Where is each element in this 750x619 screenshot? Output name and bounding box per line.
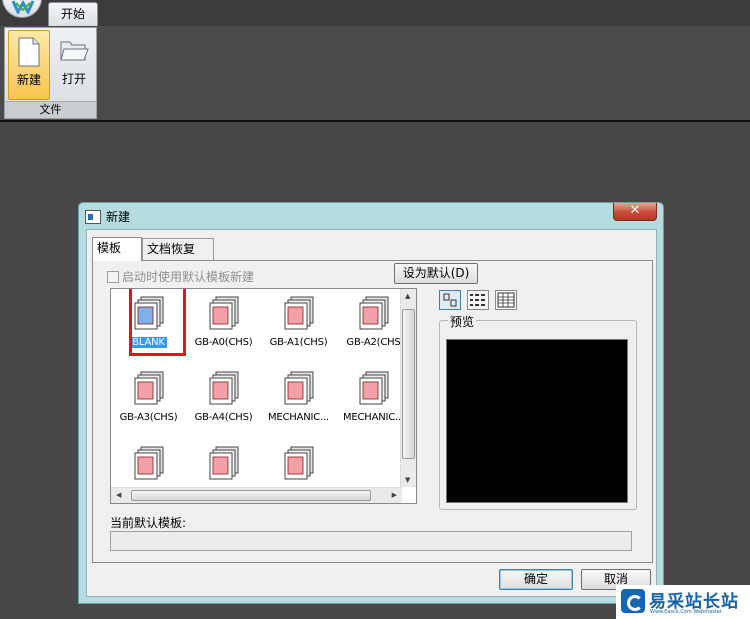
- dialog-window-icon: [85, 210, 101, 224]
- templates-panel: 启动时使用默认模板新建 设为默认(D) BLANK GB-A0(CHS) GB-A1…: [92, 260, 653, 563]
- set-default-button[interactable]: 设为默认(D): [394, 263, 478, 284]
- template-item-label: MECHANIC...: [267, 412, 330, 423]
- drawing-template-icon: [134, 446, 163, 480]
- vertical-scrollbar[interactable]: ▲ ▼: [400, 289, 416, 487]
- template-item-label: GB-A4(CHS): [194, 412, 253, 423]
- new-button[interactable]: 新建: [8, 30, 50, 100]
- drawing-template-icon: [209, 446, 238, 480]
- preview-canvas: [446, 339, 628, 503]
- drawing-template-icon: [209, 371, 238, 405]
- new-button-label: 新建: [16, 73, 41, 87]
- watermark-logo-icon: [621, 589, 645, 613]
- drawing-template-icon: [134, 371, 163, 405]
- drawing-template-icon: [359, 371, 388, 405]
- new-dialog: 新建 ✕ 模板 文档恢复 启动时使用默认模板新建 设为默认(D) BLANK GB…: [78, 202, 664, 604]
- tab-templates[interactable]: 模板: [92, 237, 142, 261]
- vertical-scroll-thumb[interactable]: [402, 309, 415, 459]
- ribbon-tab-start[interactable]: 开始: [48, 2, 98, 26]
- list-view-icon: [470, 294, 485, 306]
- open-folder-icon: [60, 41, 89, 61]
- ribbon-panel: 新建 打开 文件: [0, 26, 750, 122]
- template-item-label: GB-A2(CHS: [346, 337, 401, 348]
- current-default-label: 当前默认模板:: [110, 516, 187, 530]
- template-list[interactable]: BLANK GB-A0(CHS) GB-A1(CHS) GB-A2(CHS GB-A3(…: [110, 288, 417, 504]
- ribbon-titlebar: [0, 0, 750, 26]
- preview-label: 预览: [448, 313, 477, 330]
- horizontal-scroll-thumb[interactable]: [131, 490, 371, 501]
- close-button[interactable]: ✕: [613, 203, 657, 221]
- template-item-label: BLANK: [130, 337, 167, 348]
- template-item-label: GB-A0(CHS): [194, 337, 253, 348]
- startup-checkbox[interactable]: 启动时使用默认模板新建: [107, 268, 254, 285]
- template-item[interactable]: GB-A1(CHS): [261, 289, 336, 359]
- scroll-right-icon[interactable]: ▶: [392, 491, 397, 499]
- scroll-left-icon[interactable]: ◀: [116, 491, 121, 499]
- template-item[interactable]: GB-A3(CHS): [111, 364, 186, 434]
- dialog-client: 模板 文档恢复 启动时使用默认模板新建 设为默认(D) BLANK GB-A0(C…: [86, 229, 657, 597]
- ok-button[interactable]: 确定: [499, 569, 573, 590]
- preview-group: 预览: [439, 313, 637, 510]
- scroll-down-icon[interactable]: ▼: [405, 476, 410, 484]
- ribbon-group-file: 新建 打开 文件: [4, 27, 97, 119]
- template-item-label: GB-A3(CHS): [119, 412, 178, 423]
- current-default-field: [110, 531, 632, 551]
- ribbon-group-label: 文件: [5, 101, 96, 118]
- template-item[interactable]: MECHANIC...: [261, 364, 336, 434]
- scroll-up-icon[interactable]: ▲: [405, 292, 410, 300]
- large-icons-view-button[interactable]: [439, 290, 461, 310]
- details-view-icon: [497, 292, 515, 308]
- template-item[interactable]: GB-A4(CHS): [186, 364, 261, 434]
- open-button-label: 打开: [61, 72, 86, 86]
- site-watermark: 易采站长站 Www.Easck.Com Webmaster: [616, 585, 750, 619]
- drawing-template-icon: [284, 371, 313, 405]
- details-view-button[interactable]: [495, 290, 517, 310]
- drawing-template-icon: [209, 296, 238, 330]
- open-button[interactable]: 打开: [53, 30, 95, 100]
- list-view-button[interactable]: [467, 290, 489, 310]
- startup-checkbox-label: 启动时使用默认模板新建: [122, 270, 255, 284]
- template-item-label: GB-A1(CHS): [269, 337, 328, 348]
- horizontal-scrollbar[interactable]: ◀ ▶: [111, 487, 402, 503]
- app-logo-icon: [11, 0, 35, 14]
- checkbox-box[interactable]: [107, 271, 119, 283]
- template-item[interactable]: GB-A0(CHS): [186, 289, 261, 359]
- close-icon: ✕: [629, 203, 641, 218]
- drawing-template-icon: [284, 296, 313, 330]
- drawing-template-icon: [284, 446, 313, 480]
- watermark-subtext: Www.Easck.Com Webmaster: [650, 609, 722, 615]
- drawing-template-icon: [134, 296, 163, 330]
- drawing-template-icon: [359, 296, 388, 330]
- template-item[interactable]: BLANK: [111, 289, 186, 359]
- template-item-label: MECHANIC...: [342, 412, 405, 423]
- dialog-title: 新建: [106, 210, 131, 224]
- new-document-icon: [18, 37, 40, 67]
- tab-document-recovery[interactable]: 文档恢复: [142, 238, 214, 260]
- large-icons-view-icon: [443, 293, 457, 307]
